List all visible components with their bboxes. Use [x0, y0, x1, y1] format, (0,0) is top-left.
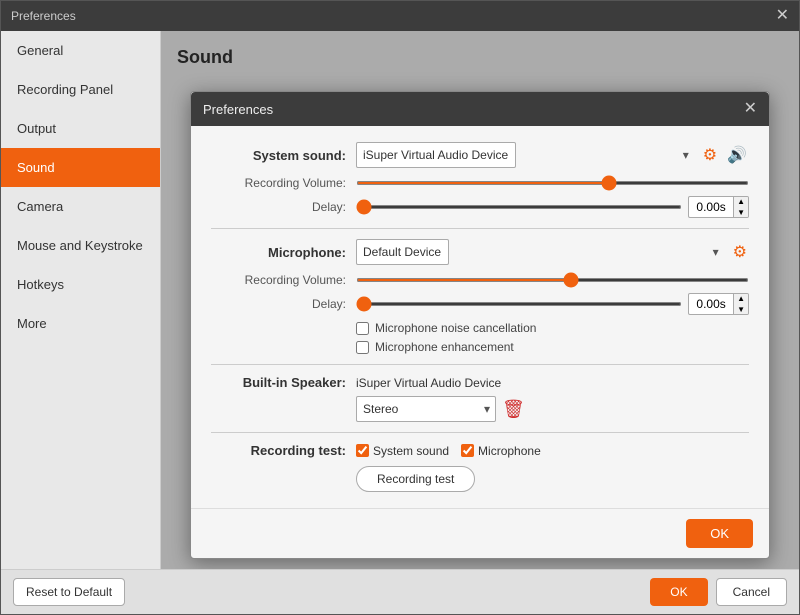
- system-sound-audio-icon[interactable]: 🔊: [725, 143, 749, 167]
- microphone-delay-slider[interactable]: [356, 302, 682, 306]
- recording-test-checkboxes: System sound Microphone: [356, 444, 749, 458]
- recording-test-label-row: Recording test: System sound Microphone: [211, 443, 749, 458]
- sidebar-item-more[interactable]: More: [1, 304, 160, 343]
- recording-test-label: Recording test:: [211, 443, 356, 458]
- microphone-delay-input[interactable]: [689, 297, 733, 311]
- recording-test-button[interactable]: Recording test: [356, 466, 475, 492]
- modal-titlebar: Preferences ✕: [191, 92, 769, 126]
- section-divider-2: [211, 364, 749, 365]
- main-window-title: Preferences: [11, 9, 76, 23]
- system-sound-delay-input[interactable]: [689, 200, 733, 214]
- system-sound-check-item: System sound: [356, 444, 449, 458]
- sidebar-item-sound[interactable]: Sound: [1, 148, 160, 187]
- built-in-speaker-label: Built-in Speaker:: [211, 375, 356, 390]
- system-sound-controls: iSuper Virtual Audio Device ⚙ 🔊: [356, 142, 749, 168]
- system-sound-delay-down[interactable]: ▼: [734, 207, 748, 218]
- microphone-controls: Default Device ⚙: [356, 239, 749, 265]
- noise-cancellation-row: Microphone noise cancellation: [211, 321, 749, 335]
- system-sound-volume-row: Recording Volume:: [211, 176, 749, 190]
- recording-test-section: Recording test: System sound Microphone: [211, 443, 749, 492]
- microphone-check-item: Microphone: [461, 444, 541, 458]
- main-content: General Recording Panel Output Sound Cam…: [1, 31, 799, 569]
- modal-close-button[interactable]: ✕: [744, 101, 757, 117]
- microphone-delay-row: Delay: ▲ ▼: [211, 293, 749, 315]
- preferences-modal: Preferences ✕ System sound: iSuper Virtu…: [190, 91, 770, 559]
- sidebar-item-output[interactable]: Output: [1, 109, 160, 148]
- system-sound-dropdown[interactable]: iSuper Virtual Audio Device: [356, 142, 516, 168]
- section-divider-3: [211, 432, 749, 433]
- system-sound-delay-slider[interactable]: [356, 205, 682, 209]
- stereo-dropdown-wrapper: Stereo: [356, 396, 496, 422]
- system-sound-delay-up[interactable]: ▲: [734, 196, 748, 207]
- sidebar-item-hotkeys[interactable]: Hotkeys: [1, 265, 160, 304]
- system-sound-volume-area: [356, 181, 749, 185]
- main-window: Preferences ✕ General Recording Panel Ou…: [0, 0, 800, 615]
- system-sound-delay-input-wrapper: ▲ ▼: [688, 196, 749, 218]
- modal-footer: OK: [191, 508, 769, 558]
- stereo-dropdown[interactable]: Stereo: [356, 396, 496, 422]
- modal-overlay: Preferences ✕ System sound: iSuper Virtu…: [161, 31, 799, 569]
- built-in-speaker-row: Built-in Speaker: iSuper Virtual Audio D…: [211, 375, 749, 390]
- main-window-close-button[interactable]: ✕: [776, 8, 789, 24]
- system-sound-row: System sound: iSuper Virtual Audio Devic…: [211, 142, 749, 168]
- sidebar: General Recording Panel Output Sound Cam…: [1, 31, 161, 569]
- microphone-volume-label: Recording Volume:: [211, 273, 356, 287]
- sidebar-item-mouse-keystroke[interactable]: Mouse and Keystroke: [1, 226, 160, 265]
- microphone-volume-row: Recording Volume:: [211, 273, 749, 287]
- noise-cancellation-label[interactable]: Microphone noise cancellation: [375, 321, 536, 335]
- section-divider-1: [211, 228, 749, 229]
- recording-test-btn-row: Recording test: [211, 466, 749, 492]
- recording-test-system-sound-checkbox[interactable]: [356, 444, 369, 457]
- built-in-speaker-device: iSuper Virtual Audio Device: [356, 376, 501, 390]
- microphone-enhancement-row: Microphone enhancement: [211, 340, 749, 354]
- recording-test-system-sound-label[interactable]: System sound: [373, 444, 449, 458]
- microphone-delay-label: Delay:: [211, 297, 356, 311]
- recording-test-microphone-label[interactable]: Microphone: [478, 444, 541, 458]
- main-cancel-button[interactable]: Cancel: [716, 578, 787, 606]
- system-sound-delay-label: Delay:: [211, 200, 356, 214]
- system-sound-settings-icon[interactable]: ⚙: [701, 143, 719, 167]
- microphone-enhancement-label[interactable]: Microphone enhancement: [375, 340, 514, 354]
- microphone-volume-area: [356, 278, 749, 282]
- sidebar-item-general[interactable]: General: [1, 31, 160, 70]
- system-sound-dropdown-wrapper: iSuper Virtual Audio Device: [356, 142, 695, 168]
- bottom-right-buttons: OK Cancel: [650, 578, 787, 606]
- recording-test-microphone-checkbox[interactable]: [461, 444, 474, 457]
- system-sound-volume-slider[interactable]: [356, 181, 749, 185]
- noise-cancellation-checkbox[interactable]: [356, 322, 369, 335]
- microphone-delay-down[interactable]: ▼: [734, 304, 748, 315]
- microphone-row: Microphone: Default Device ⚙: [211, 239, 749, 265]
- microphone-enhancement-checkbox[interactable]: [356, 341, 369, 354]
- microphone-volume-slider[interactable]: [356, 278, 749, 282]
- modal-title: Preferences: [203, 102, 273, 117]
- microphone-delay-area: ▲ ▼: [356, 293, 749, 315]
- modal-body: System sound: iSuper Virtual Audio Devic…: [191, 126, 769, 508]
- system-sound-delay-area: ▲ ▼: [356, 196, 749, 218]
- delete-speaker-icon[interactable]: 🗑: [502, 399, 525, 420]
- microphone-label: Microphone:: [211, 245, 356, 260]
- right-panel: Sound Preferences ✕ System sound:: [161, 31, 799, 569]
- system-sound-delay-row: Delay: ▲ ▼: [211, 196, 749, 218]
- sidebar-item-camera[interactable]: Camera: [1, 187, 160, 226]
- main-titlebar: Preferences ✕: [1, 1, 799, 31]
- microphone-settings-icon[interactable]: ⚙: [731, 240, 749, 264]
- microphone-dropdown[interactable]: Default Device: [356, 239, 449, 265]
- system-sound-label: System sound:: [211, 148, 356, 163]
- microphone-delay-input-wrapper: ▲ ▼: [688, 293, 749, 315]
- system-sound-delay-spin: ▲ ▼: [733, 196, 748, 218]
- built-in-speaker-controls: Stereo 🗑: [211, 396, 749, 422]
- main-ok-button[interactable]: OK: [650, 578, 707, 606]
- sidebar-item-recording-panel[interactable]: Recording Panel: [1, 70, 160, 109]
- bottom-bar: Reset to Default OK Cancel: [1, 569, 799, 614]
- microphone-delay-up[interactable]: ▲: [734, 293, 748, 304]
- modal-ok-button[interactable]: OK: [686, 519, 753, 548]
- microphone-delay-spin: ▲ ▼: [733, 293, 748, 315]
- microphone-dropdown-wrapper: Default Device: [356, 239, 725, 265]
- system-sound-volume-label: Recording Volume:: [211, 176, 356, 190]
- reset-to-default-button[interactable]: Reset to Default: [13, 578, 125, 606]
- built-in-speaker-section: Built-in Speaker: iSuper Virtual Audio D…: [211, 375, 749, 422]
